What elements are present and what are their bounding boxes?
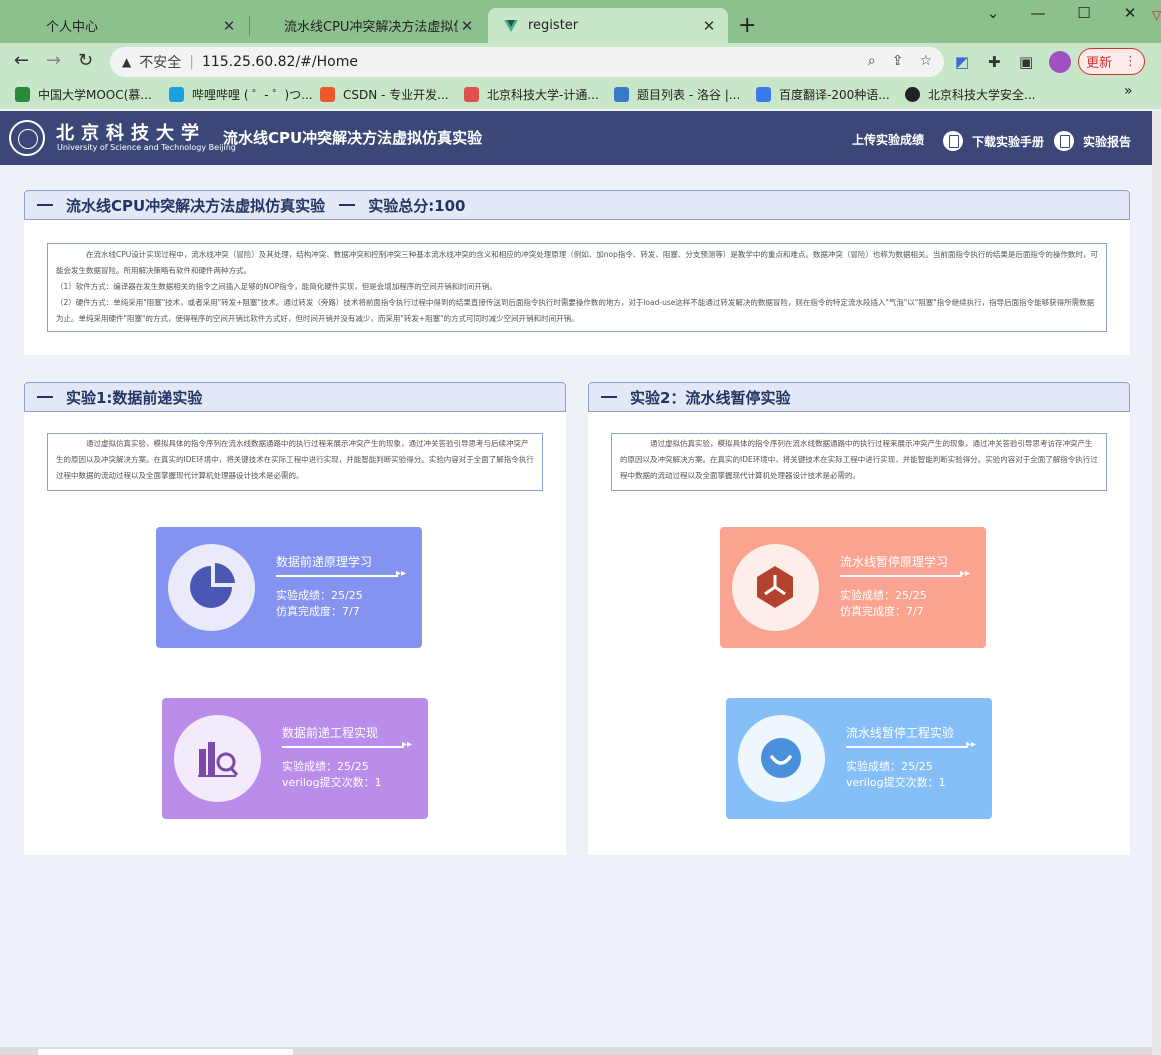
experiment1-description: 通过虚拟仿真实验，模拟具体的指令序列在流水线数据通路中的执行过程来展示冲突产生的… bbox=[47, 433, 543, 491]
close-icon[interactable]: ✕ bbox=[458, 17, 476, 35]
dash-icon bbox=[339, 204, 356, 206]
maximize-button[interactable]: ☐ bbox=[1061, 4, 1107, 22]
overview-panel: 流水线CPU冲突解决方法虚拟仿真实验 实验总分:100 在流水线CPU设计实现过… bbox=[24, 190, 1130, 355]
bookmark-baidu-translate[interactable]: 百度翻译-200种语... bbox=[756, 86, 890, 103]
globe-favicon-icon bbox=[905, 87, 920, 102]
menu-dots-icon[interactable]: ⋮ bbox=[1124, 54, 1137, 69]
hexagon-cube-icon bbox=[732, 544, 819, 631]
bookmark-ustb-jitong[interactable]: 北京科技大学-计通... bbox=[464, 86, 599, 103]
edge-warning-icon: ▽ bbox=[1152, 8, 1161, 22]
stall-project-card[interactable]: 流水线暂停工程实验 实验成绩：25/25 verilog提交次数：1 bbox=[726, 698, 992, 819]
overview-description: 在流水线CPU设计实现过程中，流水线冲突（冒险）及其处理，结构冲突、数据冲突和控… bbox=[47, 243, 1107, 332]
university-seal-icon bbox=[9, 120, 45, 156]
tab-cpu-experiment[interactable]: 流水线CPU冲突解决方法虚拟仿真 ✕ bbox=[268, 8, 486, 43]
bookmark-luogu[interactable]: 题目列表 - 洛谷 |... bbox=[614, 86, 740, 103]
experiment2-description: 通过虚拟仿真实验，模拟具体的指令序列在流水线数据通路中的执行过程来展示冲突产生的… bbox=[611, 433, 1107, 491]
tab-separator bbox=[249, 16, 250, 36]
dash-icon bbox=[37, 204, 53, 206]
close-window-button[interactable]: ✕ bbox=[1107, 4, 1153, 22]
back-button[interactable]: ← bbox=[14, 50, 29, 71]
pie-chart-icon bbox=[168, 544, 255, 631]
dash-icon bbox=[601, 396, 617, 398]
warning-icon[interactable]: ▲ bbox=[122, 55, 131, 69]
avatar[interactable] bbox=[1049, 51, 1071, 73]
university-name-cn: 北京科技大学 bbox=[56, 123, 206, 144]
report-icon bbox=[1054, 131, 1074, 151]
zoom-icon[interactable]: ⌕ bbox=[868, 53, 876, 69]
forwarding-project-card[interactable]: 数据前递工程实现 实验成绩：25/25 verilog提交次数：1 bbox=[162, 698, 428, 819]
update-button[interactable]: 更新 ⋮ bbox=[1078, 48, 1145, 75]
bilibili-favicon-icon bbox=[169, 87, 184, 102]
forwarding-principle-card[interactable]: 数据前递原理学习 实验成绩：25/25 仿真完成度：7/7 bbox=[156, 527, 422, 648]
university-name-en: University of Science and Technology Bei… bbox=[57, 143, 236, 152]
overview-header: 流水线CPU冲突解决方法虚拟仿真实验 实验总分:100 bbox=[24, 190, 1130, 220]
stall-principle-card[interactable]: 流水线暂停原理学习 实验成绩：25/25 仿真完成度：7/7 bbox=[720, 527, 986, 648]
experiment2-header: 实验2：流水线暂停实验 bbox=[588, 382, 1130, 412]
url-text[interactable]: 115.25.60.82/#/Home bbox=[202, 54, 358, 70]
app-header: 北京科技大学 University of Science and Technol… bbox=[0, 111, 1152, 165]
sidepanel-icon[interactable]: ▣ bbox=[1019, 53, 1033, 71]
browser-tabstrip: 个人中心 ✕ 流水线CPU冲突解决方法虚拟仿真 ✕ register ✕ + ⌄… bbox=[0, 0, 1161, 43]
luogu-favicon-icon bbox=[614, 87, 629, 102]
page-title: 流水线CPU冲突解决方法虚拟仿真实验 bbox=[223, 129, 483, 147]
experiment1-header: 实验1:数据前递实验 bbox=[24, 382, 566, 412]
translate-extension-icon[interactable]: ◩ bbox=[955, 53, 969, 71]
csdn-favicon-icon bbox=[320, 87, 335, 102]
experiment2-panel: 实验2：流水线暂停实验 通过虚拟仿真实验，模拟具体的指令序列在流水线数据通路中的… bbox=[588, 382, 1130, 855]
close-icon[interactable]: ✕ bbox=[700, 17, 718, 35]
cc-favicon-icon bbox=[464, 87, 479, 102]
browser-toolbar: ← → ↻ ▲ 不安全 | 115.25.60.82/#/Home ⌕ ⇪ ☆ … bbox=[0, 43, 1161, 79]
tab-personal-center[interactable]: 个人中心 ✕ bbox=[30, 8, 248, 43]
bookmarks-bar: 中国大学MOOC(慕... 哔哩哔哩 ( ゜- ゜)つ... CSDN - 专业… bbox=[0, 79, 1161, 109]
arrow-icon bbox=[840, 568, 970, 580]
download-manual-link[interactable]: 下载实验手册 bbox=[943, 131, 1044, 151]
mooc-favicon-icon bbox=[15, 87, 30, 102]
taskbar-item[interactable] bbox=[38, 1049, 293, 1055]
dash-icon bbox=[37, 396, 53, 398]
share-icon[interactable]: ⇪ bbox=[892, 53, 904, 69]
translate-favicon-icon bbox=[756, 87, 771, 102]
arrow-icon bbox=[282, 739, 412, 751]
bookmark-mooc[interactable]: 中国大学MOOC(慕... bbox=[15, 86, 152, 103]
tab-register[interactable]: register ✕ bbox=[488, 8, 728, 43]
bookmark-ustb-security[interactable]: 北京科技大学安全... bbox=[905, 86, 1035, 103]
minimize-button[interactable]: — bbox=[1015, 4, 1061, 22]
upload-score-link[interactable]: 上传实验成绩 bbox=[852, 131, 924, 148]
chevron-down-icon[interactable]: ⌄ bbox=[970, 4, 1016, 22]
close-icon[interactable]: ✕ bbox=[220, 17, 238, 35]
reload-button[interactable]: ↻ bbox=[78, 50, 93, 71]
bookmark-csdn[interactable]: CSDN - 专业开发... bbox=[320, 86, 449, 103]
document-icon bbox=[943, 131, 963, 151]
report-link[interactable]: 实验报告 bbox=[1054, 131, 1131, 151]
bookmark-bilibili[interactable]: 哔哩哔哩 ( ゜- ゜)つ... bbox=[169, 86, 313, 103]
experiment1-panel: 实验1:数据前递实验 通过虚拟仿真实验，模拟具体的指令序列在流水线数据通路中的执… bbox=[24, 382, 566, 855]
vue-logo-icon bbox=[504, 19, 518, 32]
extensions-icon[interactable]: ✚ bbox=[988, 53, 1001, 71]
data-search-icon bbox=[174, 715, 261, 802]
smile-icon bbox=[738, 715, 825, 802]
scrollbar[interactable] bbox=[1152, 111, 1161, 1055]
new-tab-button[interactable]: + bbox=[738, 13, 756, 38]
forward-button[interactable]: → bbox=[46, 50, 61, 71]
bookmarks-overflow-button[interactable]: » bbox=[1124, 83, 1133, 99]
address-bar[interactable]: ▲ 不安全 | 115.25.60.82/#/Home ⌕ ⇪ ☆ bbox=[110, 47, 944, 77]
star-icon[interactable]: ☆ bbox=[919, 53, 932, 69]
total-score: 实验总分:100 bbox=[368, 196, 466, 215]
arrow-icon bbox=[846, 739, 976, 751]
arrow-icon bbox=[276, 568, 406, 580]
